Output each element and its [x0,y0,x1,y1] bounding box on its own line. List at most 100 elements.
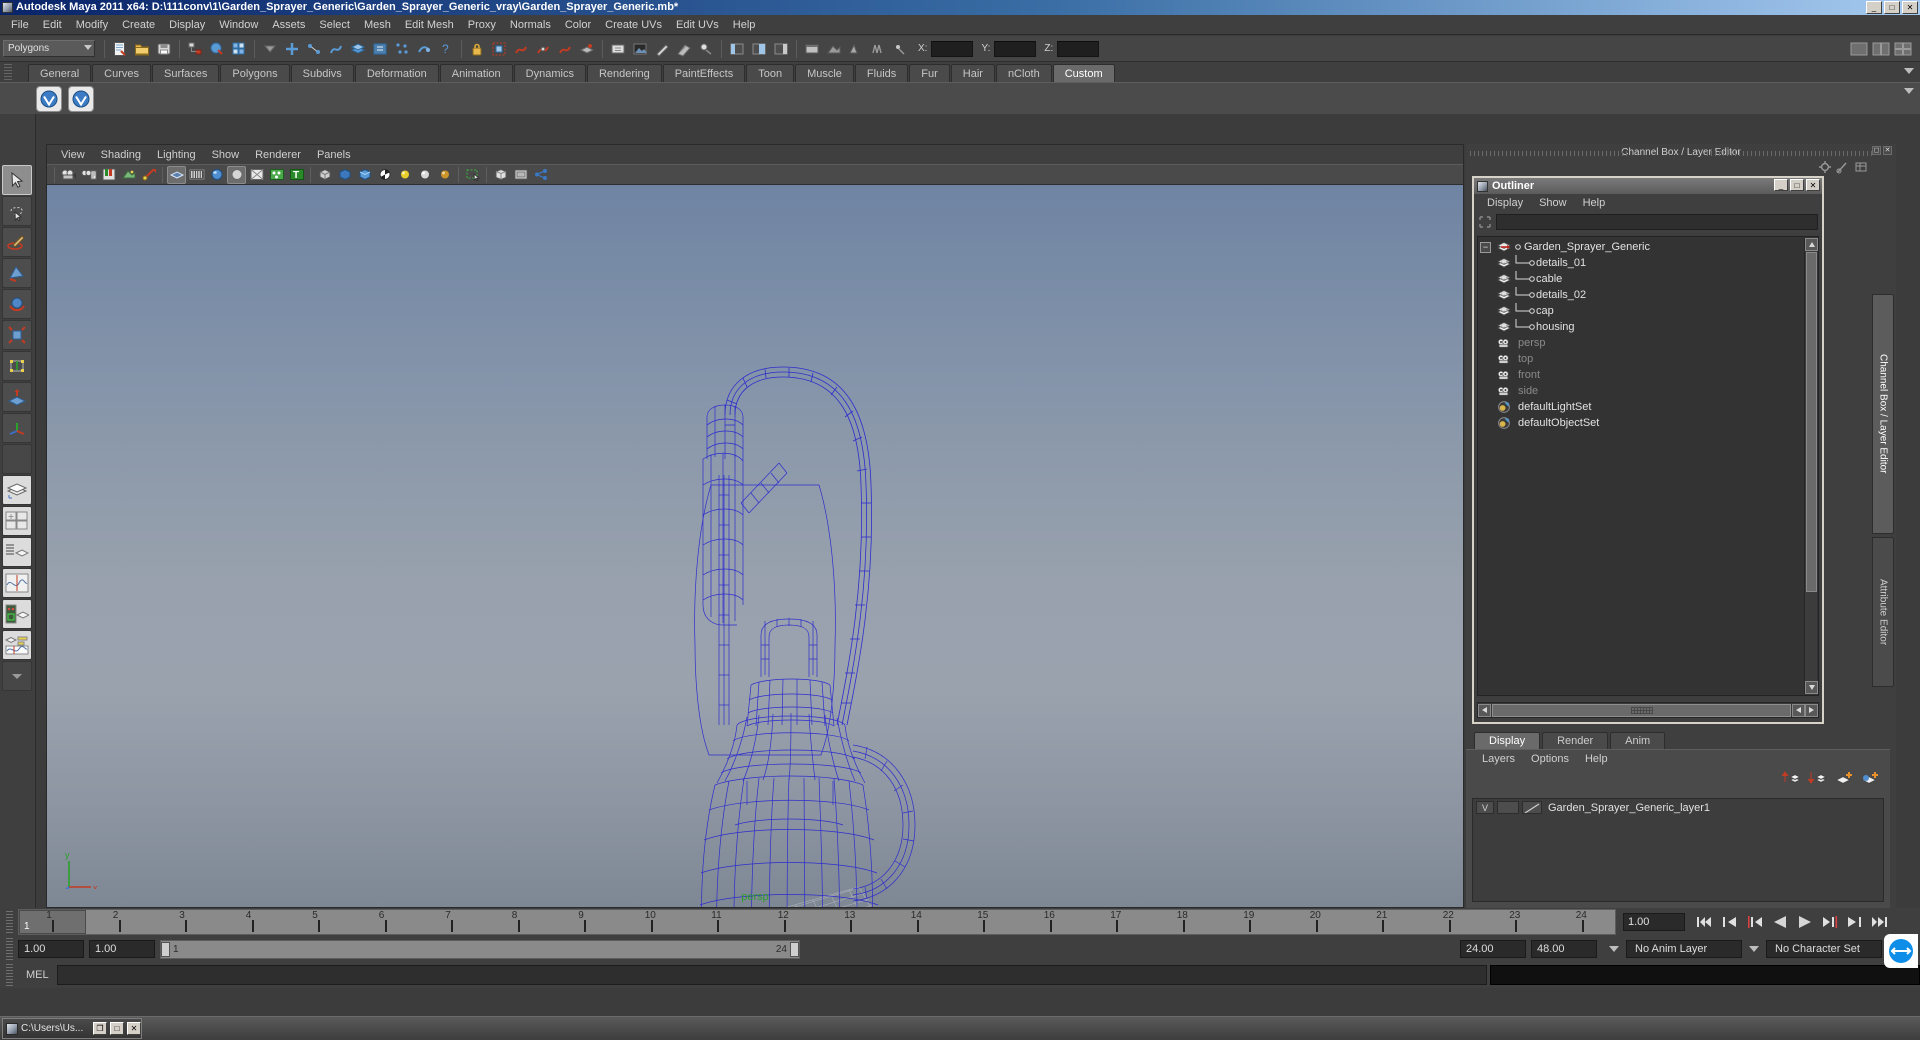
viewport-menu-renderer[interactable]: Renderer [247,148,309,162]
hypershade-icon[interactable] [696,39,716,59]
taskbar-maximize-button[interactable]: □ [110,1022,124,1035]
viewport-canvas[interactable]: y x z persp [47,185,1463,907]
outliner-item-side[interactable]: side [1478,383,1802,399]
time-slider-track[interactable]: 1 1 2 3 4 5 6 7 8 9 10 11 12 13 14 15 16 17 18 19 20 21 22 23 2… [18,909,1616,935]
panel-layout-icon[interactable] [511,166,530,184]
hardware-texturing-icon[interactable] [267,166,286,184]
component-mask-lines-icon[interactable] [304,39,324,59]
select-by-object-type-icon[interactable] [207,39,227,59]
quick-layout-outliner-persp[interactable] [2,537,32,567]
share-viewport-icon[interactable] [531,166,550,184]
menu-item-create[interactable]: Create [115,17,162,33]
layout-four-pane-icon[interactable] [1893,39,1913,59]
z-axis-field[interactable] [1057,40,1100,57]
outliner-item-details_01[interactable]: details_01 [1478,255,1802,271]
layer-editor-menu-layers[interactable]: Layers [1474,753,1523,765]
menu-set-selector[interactable]: Polygons [3,40,95,57]
character-set-selector[interactable]: No Character Set [1766,940,1882,958]
shelf-scroll-down-icon[interactable] [1904,88,1914,94]
quick-layout-four-view[interactable] [2,506,32,536]
camera-attributes-icon[interactable] [79,166,98,184]
layout-two-pane-icon[interactable] [1871,39,1891,59]
select-by-hierarchy-icon[interactable] [185,39,205,59]
show-hide-ui-2-icon[interactable] [824,39,844,59]
menu-item-assets[interactable]: Assets [265,17,312,33]
command-input[interactable] [56,965,1487,985]
outliner-menu-display[interactable]: Display [1479,197,1531,209]
shelf-tab-fur[interactable]: Fur [909,64,950,82]
outliner-menu-help[interactable]: Help [1575,197,1614,209]
lasso-tool[interactable] [2,196,32,226]
isolate-select-icon[interactable] [463,166,482,184]
outliner-close-button[interactable]: ✕ [1806,179,1820,191]
viewport-menu-show[interactable]: Show [204,148,248,162]
close-button[interactable]: ✕ [1902,1,1918,14]
outliner-horizontal-scrollbar[interactable] [1477,702,1819,718]
sidebar-toggle-graph-icon[interactable] [749,39,769,59]
menu-item-edit-mesh[interactable]: Edit Mesh [398,17,461,33]
snap-to-plane-icon[interactable] [555,39,575,59]
quick-layout-persp-trax[interactable] [2,630,32,660]
outliner-maximize-button[interactable]: □ [1790,179,1804,191]
toggle-grid-icon[interactable] [491,166,510,184]
select-tool[interactable] [2,165,32,195]
shelf-tab-rendering[interactable]: Rendering [586,64,662,82]
shelf-button-vray-render[interactable] [36,85,62,112]
render-current-frame-icon[interactable] [630,39,650,59]
layer-playback-toggle[interactable] [1497,801,1519,814]
smooth-shade-all-icon[interactable] [187,166,206,184]
step-back-frame-icon[interactable] [1743,912,1767,932]
new-layer-from-selected-icon[interactable] [1860,770,1880,786]
shade-textured-icon[interactable] [207,166,226,184]
show-dynamics-icon[interactable] [375,166,394,184]
menu-item-window[interactable]: Window [212,17,265,33]
component-mask-deform-icon[interactable] [370,39,390,59]
viewport-menu-lighting[interactable]: Lighting [149,148,204,162]
channel-box-table-icon[interactable] [1854,160,1868,174]
outliner-hscroll-left-button[interactable] [1478,703,1491,717]
shelf-tab-animation[interactable]: Animation [439,64,513,82]
show-polygons-icon[interactable] [335,166,354,184]
quick-layout-persp-graph[interactable] [2,568,32,598]
shelf-scroll-up-icon[interactable] [1904,68,1914,74]
taskbar-window-button[interactable]: C:\Users\Us... ❐ □ ✕ [2,1018,142,1039]
render-settings-icon[interactable] [674,39,694,59]
component-mask-points-icon[interactable] [282,39,302,59]
menu-item-select[interactable]: Select [312,17,357,33]
quick-layout-hypershade-persp[interactable] [2,599,32,629]
show-hide-ui-4-icon[interactable] [868,39,888,59]
outliner-menu-show[interactable]: Show [1531,197,1575,209]
taskbar-close-button[interactable]: ✕ [127,1022,141,1035]
shelf-tab-surfaces[interactable]: Surfaces [151,64,220,82]
shelf-tab-toon[interactable]: Toon [746,64,795,82]
time-slider-grip[interactable] [0,909,18,935]
animation-end-time-field[interactable]: 48.00 [1531,940,1597,958]
channel-box-keys-icon[interactable] [1836,160,1850,174]
go-to-end-icon[interactable] [1868,912,1892,932]
shelf-tab-ncloth[interactable]: nCloth [995,64,1052,82]
menu-item-proxy[interactable]: Proxy [461,17,503,33]
open-scene-icon[interactable] [132,39,152,59]
select-by-component-type-icon[interactable] [229,39,249,59]
dock-close-button[interactable]: ✕ [1883,146,1892,155]
shelf-tab-muscle[interactable]: Muscle [795,64,854,82]
outliner-item-cable[interactable]: cable [1478,271,1802,287]
image-plane-icon[interactable] [119,166,138,184]
outliner-hscroll-right-button-a[interactable] [1792,703,1805,717]
character-set-dropdown-icon[interactable] [1749,946,1759,952]
taskbar-restore-button[interactable]: ❐ [93,1022,107,1035]
component-mask-curve-icon[interactable] [326,39,346,59]
show-joints-icon[interactable] [435,166,454,184]
menu-item-normals[interactable]: Normals [503,17,558,33]
remote-assist-badge[interactable] [1884,934,1918,968]
dock-float-button[interactable]: ◻ [1872,146,1881,155]
viewport-menu-shading[interactable]: Shading [93,148,149,162]
outliner-expander-icon[interactable]: − [1480,241,1491,253]
step-back-keyframe-icon[interactable] [1718,912,1742,932]
shelf-button-vray-rt[interactable] [68,85,94,112]
range-start-time-field[interactable]: 1.00 [89,940,155,958]
shelf-tab-dynamics[interactable]: Dynamics [513,64,586,82]
sidebar-toggle-outliner-icon[interactable] [727,39,747,59]
anim-layer-dropdown-icon[interactable] [1609,946,1619,952]
scale-tool[interactable] [2,320,32,350]
